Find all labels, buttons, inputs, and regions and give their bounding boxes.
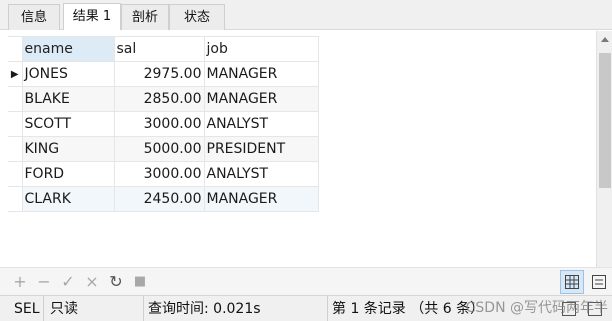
cell-ename[interactable]: CLARK [21,186,115,212]
current-row-indicator: ▶ [8,61,23,87]
tab-profile[interactable]: 剖析 [121,4,169,30]
close-icon: × [85,272,99,291]
tab-strip: 信息 结果 1 剖析 状态 [0,0,612,30]
grid-view-button[interactable] [560,270,584,294]
status-query-time: 查询时间: 0.021s [144,296,328,321]
grid-icon [565,275,579,289]
cell-sal[interactable]: 3000.00 [113,161,205,187]
table-row[interactable]: BLAKE 2850.00 MANAGER [8,86,319,112]
table-row[interactable]: KING 5000.00 PRESIDENT [8,136,319,162]
table-row[interactable]: FORD 3000.00 ANALYST [8,161,319,187]
discard-changes-button[interactable]: × [82,272,102,292]
cell-job[interactable]: PRESIDENT [203,136,319,162]
form-icon [592,275,606,289]
refresh-button[interactable]: ↻ [106,272,126,292]
cell-ename[interactable]: FORD [21,161,115,187]
delete-record-button[interactable]: − [34,272,54,292]
tab-result-1[interactable]: 结果 1 [63,3,121,30]
row-indicator-header [8,36,23,62]
row-indicator [8,111,23,137]
cell-sal[interactable]: 5000.00 [113,136,205,162]
form-view-button[interactable] [588,270,610,294]
stop-icon: ■ [133,274,147,289]
row-indicator [8,161,23,187]
cell-sal[interactable]: 2450.00 [113,186,205,212]
cell-job[interactable]: MANAGER [203,186,319,212]
column-header-ename[interactable]: ename [21,36,115,62]
cell-ename[interactable]: BLAKE [21,86,115,112]
cell-ename[interactable]: JONES [21,61,115,87]
status-sql-snippet: SEL [10,296,44,321]
cell-sal[interactable]: 2850.00 [113,86,205,112]
cell-sal[interactable]: 2975.00 [113,61,205,87]
refresh-icon: ↻ [109,272,123,291]
result-panel: 信息 结果 1 剖析 状态 ename sal job ▶ JONES 2975… [0,0,612,321]
row-indicator [8,136,23,162]
tab-status[interactable]: 状态 [169,4,225,30]
row-indicator [8,186,23,212]
stop-button[interactable]: ■ [130,272,150,292]
cell-sal[interactable]: 3000.00 [113,111,205,137]
table-row[interactable]: SCOTT 3000.00 ANALYST [8,111,319,137]
cell-ename[interactable]: SCOTT [21,111,115,137]
column-header-sal[interactable]: sal [113,36,205,62]
watermark: CSDN @写代码两年半 [465,300,608,316]
scrollbar-thumb[interactable] [599,53,611,188]
status-readonly: 只读 [46,296,144,321]
cell-job[interactable]: ANALYST [203,161,319,187]
cell-job[interactable]: ANALYST [203,111,319,137]
grid-toolbar: + − ✓ × ↻ ■ [0,267,612,295]
column-header-job[interactable]: job [203,36,319,62]
check-icon: ✓ [61,272,75,291]
cell-ename[interactable]: KING [21,136,115,162]
scroll-up-arrow-icon[interactable] [601,37,609,42]
cell-job[interactable]: MANAGER [203,61,319,87]
row-indicator [8,86,23,112]
result-table: ename sal job ▶ JONES 2975.00 MANAGER BL… [8,36,319,212]
plus-icon: + [13,272,27,291]
table-header-row: ename sal job [8,36,319,62]
minus-icon: − [37,272,51,291]
result-grid[interactable]: ename sal job ▶ JONES 2975.00 MANAGER BL… [8,31,596,267]
table-row[interactable]: ▶ JONES 2975.00 MANAGER [8,61,319,87]
apply-changes-button[interactable]: ✓ [58,272,78,292]
vertical-scrollbar[interactable] [596,31,612,267]
table-row[interactable]: CLARK 2450.00 MANAGER [8,186,319,212]
cell-job[interactable]: MANAGER [203,86,319,112]
add-record-button[interactable]: + [10,272,30,292]
tab-info[interactable]: 信息 [8,4,60,30]
